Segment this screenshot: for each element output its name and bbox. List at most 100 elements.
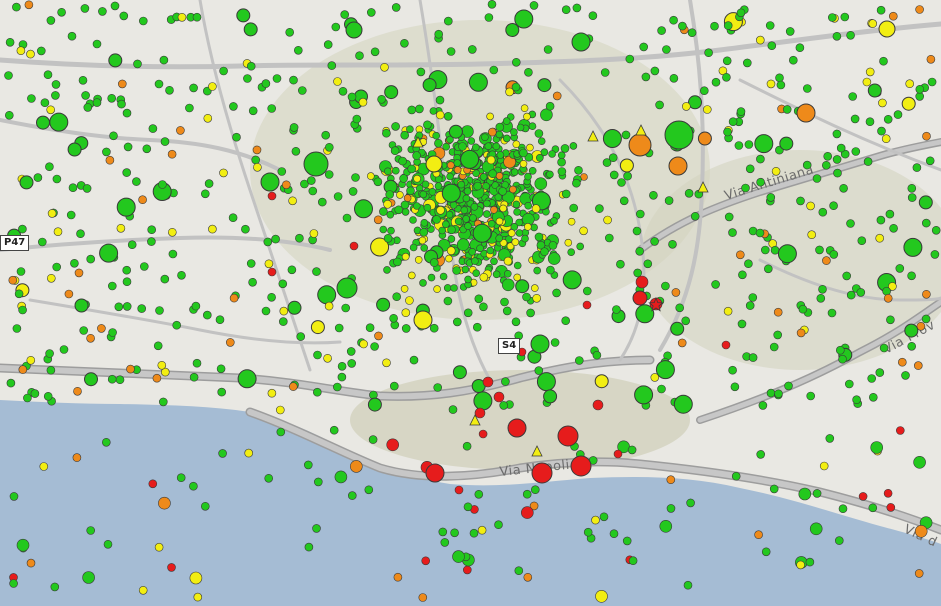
event-marker[interactable] bbox=[127, 240, 137, 249]
event-marker[interactable] bbox=[616, 259, 625, 269]
event-marker-red[interactable] bbox=[632, 290, 648, 306]
event-marker[interactable] bbox=[331, 22, 341, 32]
event-marker[interactable] bbox=[383, 200, 392, 209]
event-marker[interactable] bbox=[215, 315, 225, 325]
event-marker[interactable] bbox=[267, 388, 277, 398]
event-marker[interactable] bbox=[796, 196, 805, 206]
event-marker[interactable] bbox=[420, 244, 429, 252]
event-marker[interactable] bbox=[159, 397, 168, 407]
event-marker[interactable] bbox=[383, 234, 393, 243]
event-marker[interactable] bbox=[832, 31, 842, 41]
event-marker[interactable] bbox=[477, 525, 487, 535]
event-marker[interactable] bbox=[281, 180, 291, 190]
event-marker[interactable] bbox=[43, 70, 53, 79]
event-marker-large[interactable] bbox=[628, 133, 652, 157]
event-marker[interactable] bbox=[347, 92, 357, 102]
event-marker[interactable] bbox=[448, 405, 458, 414]
event-marker[interactable] bbox=[467, 45, 477, 54]
event-marker[interactable] bbox=[875, 233, 885, 243]
event-marker[interactable] bbox=[668, 240, 677, 249]
event-marker[interactable] bbox=[495, 122, 505, 132]
event-marker[interactable] bbox=[582, 286, 592, 296]
event-marker[interactable] bbox=[635, 209, 645, 219]
event-marker[interactable] bbox=[832, 155, 842, 164]
event-marker-red[interactable] bbox=[493, 391, 505, 403]
event-marker[interactable] bbox=[46, 273, 56, 283]
event-marker[interactable] bbox=[435, 110, 445, 120]
event-marker[interactable] bbox=[819, 461, 829, 471]
event-marker[interactable] bbox=[533, 266, 542, 275]
event-marker[interactable] bbox=[392, 292, 402, 302]
event-marker[interactable] bbox=[540, 148, 549, 156]
event-marker[interactable] bbox=[619, 158, 634, 173]
event-marker[interactable] bbox=[119, 11, 129, 21]
event-marker[interactable] bbox=[561, 189, 571, 199]
event-marker-large[interactable] bbox=[530, 334, 550, 354]
event-marker[interactable] bbox=[412, 151, 421, 160]
event-marker[interactable] bbox=[418, 593, 428, 602]
event-marker[interactable] bbox=[603, 215, 612, 225]
event-marker[interactable] bbox=[139, 16, 148, 26]
event-marker[interactable] bbox=[711, 77, 721, 87]
event-marker[interactable] bbox=[530, 223, 538, 232]
event-marker[interactable] bbox=[883, 115, 893, 124]
event-marker[interactable] bbox=[782, 105, 792, 114]
event-marker[interactable] bbox=[862, 77, 872, 87]
event-marker[interactable] bbox=[766, 79, 776, 89]
event-marker[interactable] bbox=[428, 188, 437, 196]
event-marker[interactable] bbox=[666, 504, 676, 513]
event-marker[interactable] bbox=[766, 193, 776, 202]
event-marker[interactable] bbox=[481, 133, 489, 141]
event-marker[interactable] bbox=[738, 270, 747, 280]
event-marker[interactable] bbox=[512, 200, 521, 209]
event-marker[interactable] bbox=[400, 130, 410, 140]
event-marker[interactable] bbox=[835, 345, 845, 355]
event-marker[interactable] bbox=[76, 229, 85, 238]
event-marker[interactable] bbox=[535, 154, 544, 162]
event-marker[interactable] bbox=[393, 257, 402, 267]
event-marker[interactable] bbox=[684, 189, 694, 198]
event-marker[interactable] bbox=[288, 196, 297, 206]
event-marker[interactable] bbox=[520, 104, 529, 112]
event-marker[interactable] bbox=[351, 173, 360, 182]
event-marker[interactable] bbox=[122, 302, 132, 311]
event-marker[interactable] bbox=[567, 217, 576, 226]
event-marker[interactable] bbox=[147, 237, 156, 246]
event-marker-red[interactable] bbox=[474, 407, 486, 419]
event-marker[interactable] bbox=[579, 226, 588, 236]
event-marker[interactable] bbox=[850, 114, 860, 124]
event-marker[interactable] bbox=[512, 140, 521, 148]
event-marker[interactable] bbox=[838, 504, 848, 514]
event-marker[interactable] bbox=[272, 74, 282, 83]
event-marker[interactable] bbox=[193, 592, 203, 602]
event-marker[interactable] bbox=[450, 528, 459, 538]
event-marker[interactable] bbox=[825, 434, 835, 443]
event-marker[interactable] bbox=[650, 66, 660, 76]
event-marker[interactable] bbox=[531, 204, 541, 213]
event-marker[interactable] bbox=[189, 83, 198, 93]
event-marker[interactable] bbox=[122, 265, 131, 275]
event-marker[interactable] bbox=[461, 265, 470, 274]
event-marker[interactable] bbox=[246, 259, 256, 268]
event-marker[interactable] bbox=[114, 302, 124, 312]
event-marker[interactable] bbox=[92, 98, 102, 107]
event-marker[interactable] bbox=[907, 341, 917, 351]
event-marker[interactable] bbox=[338, 87, 348, 96]
event-marker[interactable] bbox=[70, 258, 79, 268]
event-marker[interactable] bbox=[108, 281, 117, 291]
event-marker[interactable] bbox=[922, 131, 931, 141]
event-marker[interactable] bbox=[391, 3, 401, 12]
event-marker[interactable] bbox=[501, 278, 515, 292]
event-marker[interactable] bbox=[379, 225, 388, 234]
event-marker[interactable] bbox=[534, 129, 544, 138]
event-marker[interactable] bbox=[74, 298, 89, 313]
event-marker[interactable] bbox=[930, 250, 940, 259]
event-marker[interactable] bbox=[595, 589, 608, 603]
event-marker[interactable] bbox=[18, 224, 27, 234]
event-marker[interactable] bbox=[546, 170, 554, 179]
event-marker[interactable] bbox=[702, 105, 712, 114]
event-marker[interactable] bbox=[429, 258, 439, 267]
event-marker-red[interactable] bbox=[482, 376, 494, 388]
event-marker[interactable] bbox=[867, 374, 877, 383]
event-marker[interactable] bbox=[868, 392, 878, 402]
